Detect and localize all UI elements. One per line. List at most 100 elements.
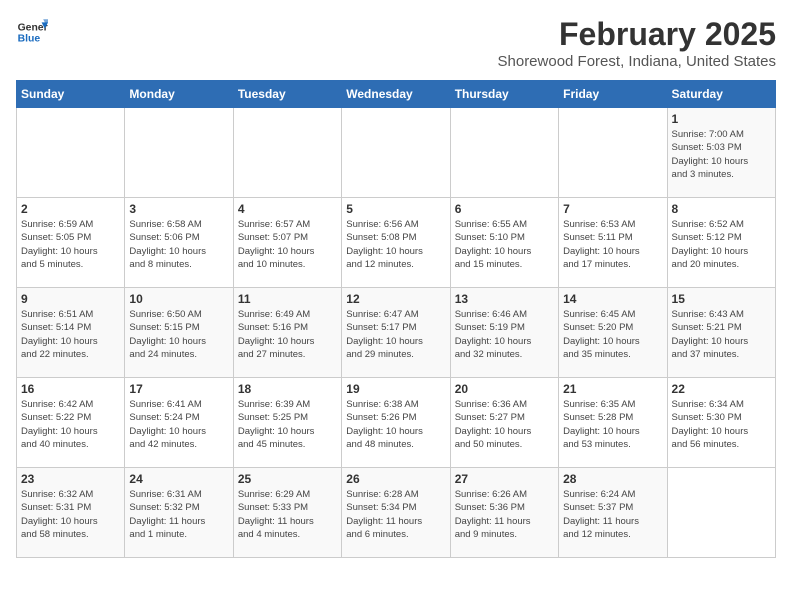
day-info: Sunrise: 6:38 AM Sunset: 5:26 PM Dayligh… — [346, 398, 445, 451]
calendar-cell: 24 Sunrise: 6:31 AM Sunset: 5:32 PM Dayli… — [125, 468, 233, 558]
calendar-title: February 2025 — [498, 16, 777, 53]
header-day-sunday: Sunday — [17, 81, 125, 108]
header-day-friday: Friday — [559, 81, 667, 108]
day-number: 7 — [563, 202, 662, 216]
calendar-cell — [450, 108, 558, 198]
day-number: 24 — [129, 472, 228, 486]
day-info: Sunrise: 6:26 AM Sunset: 5:36 PM Dayligh… — [455, 488, 554, 541]
calendar-cell: 18 Sunrise: 6:39 AM Sunset: 5:25 PM Dayli… — [233, 378, 341, 468]
day-number: 10 — [129, 292, 228, 306]
calendar-cell: 16 Sunrise: 6:42 AM Sunset: 5:22 PM Dayli… — [17, 378, 125, 468]
day-number: 22 — [672, 382, 771, 396]
day-info: Sunrise: 6:52 AM Sunset: 5:12 PM Dayligh… — [672, 218, 771, 271]
logo: General Blue — [16, 16, 48, 48]
day-info: Sunrise: 6:45 AM Sunset: 5:20 PM Dayligh… — [563, 308, 662, 361]
calendar-cell — [125, 108, 233, 198]
calendar-cell: 20 Sunrise: 6:36 AM Sunset: 5:27 PM Dayli… — [450, 378, 558, 468]
header-day-saturday: Saturday — [667, 81, 775, 108]
day-info: Sunrise: 6:32 AM Sunset: 5:31 PM Dayligh… — [21, 488, 120, 541]
day-number: 19 — [346, 382, 445, 396]
week-row-2: 2Sunrise: 6:59 AM Sunset: 5:05 PM Daylig… — [17, 198, 776, 288]
day-number: 23 — [21, 472, 120, 486]
title-area: February 2025 Shorewood Forest, Indiana,… — [498, 16, 777, 70]
day-info: Sunrise: 6:31 AM Sunset: 5:32 PM Dayligh… — [129, 488, 228, 541]
header-day-wednesday: Wednesday — [342, 81, 450, 108]
day-number: 16 — [21, 382, 120, 396]
calendar-cell: 19 Sunrise: 6:38 AM Sunset: 5:26 PM Dayli… — [342, 378, 450, 468]
day-info: Sunrise: 6:36 AM Sunset: 5:27 PM Dayligh… — [455, 398, 554, 451]
calendar-cell: 26 Sunrise: 6:28 AM Sunset: 5:34 PM Dayli… — [342, 468, 450, 558]
day-info: Sunrise: 6:35 AM Sunset: 5:28 PM Dayligh… — [563, 398, 662, 451]
week-row-5: 23 Sunrise: 6:32 AM Sunset: 5:31 PM Dayli… — [17, 468, 776, 558]
day-number: 12 — [346, 292, 445, 306]
calendar-cell: 22 Sunrise: 6:34 AM Sunset: 5:30 PM Dayli… — [667, 378, 775, 468]
day-info: Sunrise: 6:46 AM Sunset: 5:19 PM Dayligh… — [455, 308, 554, 361]
header-day-tuesday: Tuesday — [233, 81, 341, 108]
calendar-table: SundayMondayTuesdayWednesdayThursdayFrid… — [16, 80, 776, 558]
day-number: 18 — [238, 382, 337, 396]
calendar-cell: 4 Sunrise: 6:57 AM Sunset: 5:07 PM Daylig… — [233, 198, 341, 288]
calendar-cell: 25Sunrise: 6:29 AM Sunset: 5:33 PM Dayli… — [233, 468, 341, 558]
header-day-thursday: Thursday — [450, 81, 558, 108]
svg-text:Blue: Blue — [18, 34, 41, 45]
calendar-cell: 14 Sunrise: 6:45 AM Sunset: 5:20 PM Dayli… — [559, 288, 667, 378]
day-number: 26 — [346, 472, 445, 486]
calendar-cell: 27 Sunrise: 6:26 AM Sunset: 5:36 PM Dayli… — [450, 468, 558, 558]
calendar-cell: 12 Sunrise: 6:47 AM Sunset: 5:17 PM Dayli… — [342, 288, 450, 378]
calendar-cell — [559, 108, 667, 198]
day-info: Sunrise: 6:58 AM Sunset: 5:06 PM Dayligh… — [129, 218, 228, 271]
day-info: Sunrise: 6:24 AM Sunset: 5:37 PM Dayligh… — [563, 488, 662, 541]
header-row: SundayMondayTuesdayWednesdayThursdayFrid… — [17, 81, 776, 108]
calendar-cell: 17 Sunrise: 6:41 AM Sunset: 5:24 PM Dayli… — [125, 378, 233, 468]
day-number: 11 — [238, 292, 337, 306]
calendar-cell: 1 Sunrise: 7:00 AM Sunset: 5:03 PM Daylig… — [667, 108, 775, 198]
calendar-cell — [233, 108, 341, 198]
day-info: Sunrise: 6:53 AM Sunset: 5:11 PM Dayligh… — [563, 218, 662, 271]
calendar-cell: 11 Sunrise: 6:49 AM Sunset: 5:16 PM Dayli… — [233, 288, 341, 378]
day-info: Sunrise: 6:51 AM Sunset: 5:14 PM Dayligh… — [21, 308, 120, 361]
calendar-cell — [667, 468, 775, 558]
day-info: Sunrise: 6:49 AM Sunset: 5:16 PM Dayligh… — [238, 308, 337, 361]
day-info: Sunrise: 6:34 AM Sunset: 5:30 PM Dayligh… — [672, 398, 771, 451]
day-number: 6 — [455, 202, 554, 216]
calendar-cell: 8 Sunrise: 6:52 AM Sunset: 5:12 PM Daylig… — [667, 198, 775, 288]
calendar-subtitle: Shorewood Forest, Indiana, United States — [498, 53, 777, 70]
calendar-cell: 5 Sunrise: 6:56 AM Sunset: 5:08 PM Daylig… — [342, 198, 450, 288]
week-row-4: 16 Sunrise: 6:42 AM Sunset: 5:22 PM Dayli… — [17, 378, 776, 468]
day-info: Sunrise: 6:55 AM Sunset: 5:10 PM Dayligh… — [455, 218, 554, 271]
day-number: 8 — [672, 202, 771, 216]
day-info: Sunrise: 6:50 AM Sunset: 5:15 PM Dayligh… — [129, 308, 228, 361]
day-number: 20 — [455, 382, 554, 396]
day-number: 15 — [672, 292, 771, 306]
logo-icon: General Blue — [16, 16, 48, 48]
day-info: Sunrise: 6:57 AM Sunset: 5:07 PM Dayligh… — [238, 218, 337, 271]
calendar-cell: 9 Sunrise: 6:51 AM Sunset: 5:14 PM Daylig… — [17, 288, 125, 378]
calendar-cell: 7 Sunrise: 6:53 AM Sunset: 5:11 PM Daylig… — [559, 198, 667, 288]
day-number: 2 — [21, 202, 120, 216]
day-info: Sunrise: 6:47 AM Sunset: 5:17 PM Dayligh… — [346, 308, 445, 361]
calendar-cell: 3 Sunrise: 6:58 AM Sunset: 5:06 PM Daylig… — [125, 198, 233, 288]
day-info: Sunrise: 6:39 AM Sunset: 5:25 PM Dayligh… — [238, 398, 337, 451]
calendar-cell — [17, 108, 125, 198]
calendar-cell — [342, 108, 450, 198]
day-number: 3 — [129, 202, 228, 216]
day-info: Sunrise: 6:42 AM Sunset: 5:22 PM Dayligh… — [21, 398, 120, 451]
day-number: 4 — [238, 202, 337, 216]
calendar-cell: 23 Sunrise: 6:32 AM Sunset: 5:31 PM Dayli… — [17, 468, 125, 558]
day-info: Sunrise: 7:00 AM Sunset: 5:03 PM Dayligh… — [672, 128, 771, 181]
calendar-cell: 13 Sunrise: 6:46 AM Sunset: 5:19 PM Dayli… — [450, 288, 558, 378]
day-number: 1 — [672, 112, 771, 126]
day-info: Sunrise: 6:56 AM Sunset: 5:08 PM Dayligh… — [346, 218, 445, 271]
calendar-cell: 10 Sunrise: 6:50 AM Sunset: 5:15 PM Dayli… — [125, 288, 233, 378]
day-number: 25 — [238, 472, 337, 486]
day-info: Sunrise: 6:41 AM Sunset: 5:24 PM Dayligh… — [129, 398, 228, 451]
day-number: 27 — [455, 472, 554, 486]
day-number: 14 — [563, 292, 662, 306]
day-number: 13 — [455, 292, 554, 306]
day-number: 17 — [129, 382, 228, 396]
calendar-cell: 28Sunrise: 6:24 AM Sunset: 5:37 PM Dayli… — [559, 468, 667, 558]
header: General Blue February 2025 Shorewood For… — [16, 16, 776, 70]
day-number: 9 — [21, 292, 120, 306]
day-info: Sunrise: 6:28 AM Sunset: 5:34 PM Dayligh… — [346, 488, 445, 541]
day-number: 5 — [346, 202, 445, 216]
